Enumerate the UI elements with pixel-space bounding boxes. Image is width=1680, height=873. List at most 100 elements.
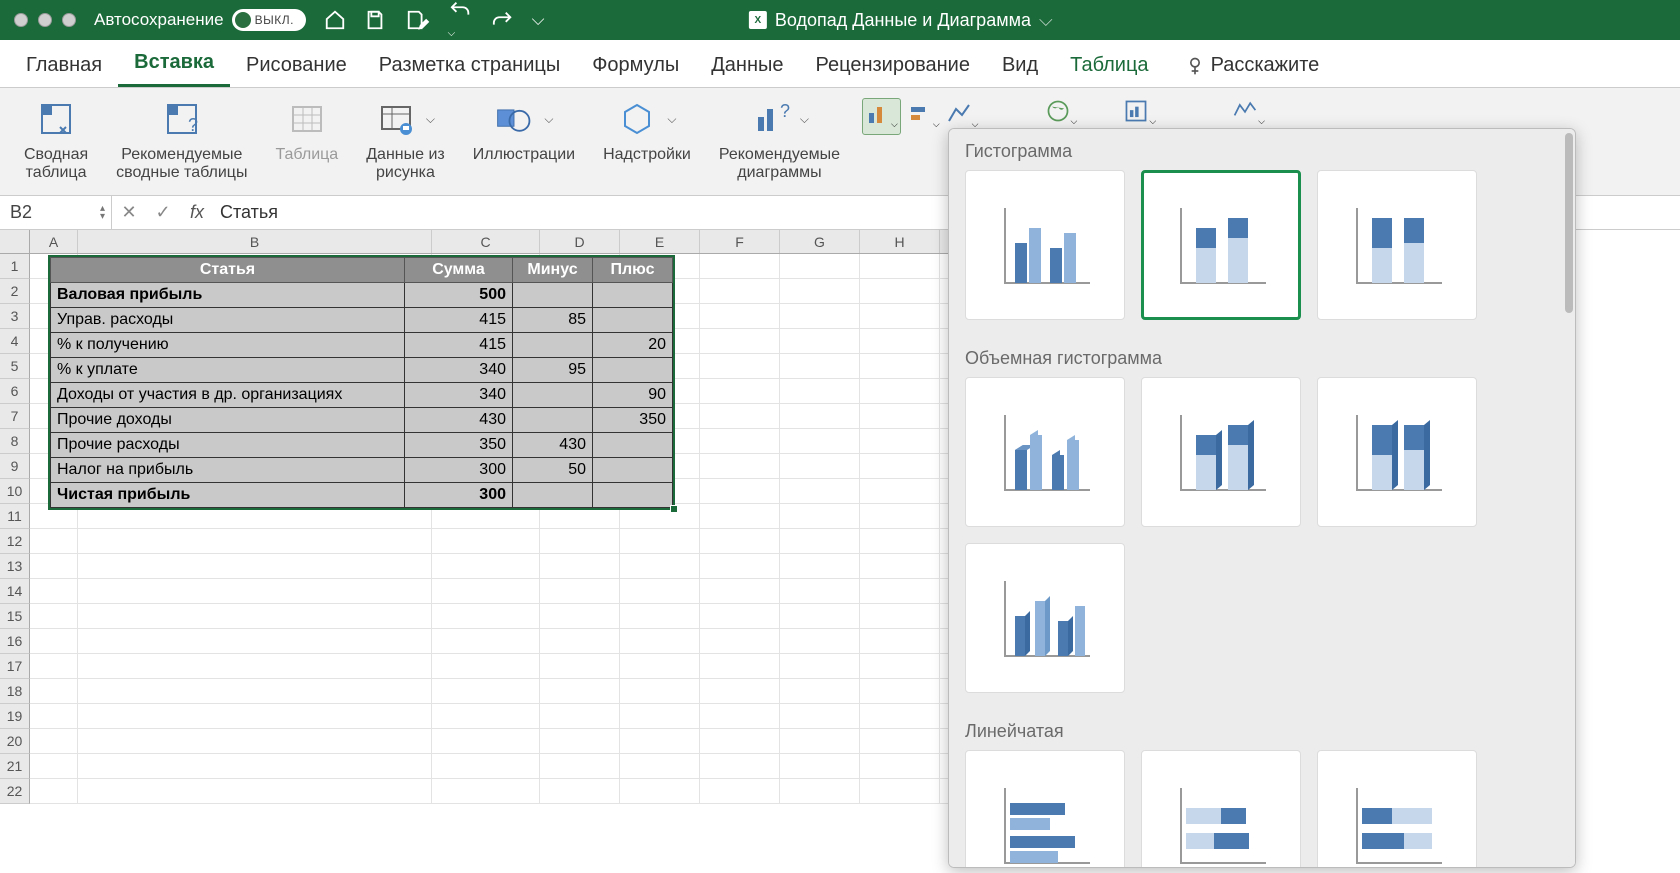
pivot-chart-icon[interactable]: ⌵	[1123, 98, 1156, 129]
fx-label[interactable]: fx	[190, 202, 204, 223]
col-header-E[interactable]: E	[620, 230, 700, 253]
table-cell[interactable]	[593, 283, 673, 308]
row-header-9[interactable]: 9	[0, 454, 30, 479]
row-header-5[interactable]: 5	[0, 354, 30, 379]
row-header-21[interactable]: 21	[0, 754, 30, 779]
table-cell[interactable]: 50	[513, 458, 593, 483]
row-header-15[interactable]: 15	[0, 604, 30, 629]
table-cell[interactable]: Прочие расходы	[51, 433, 405, 458]
table-header[interactable]: Сумма	[405, 258, 513, 283]
select-all-corner[interactable]	[0, 230, 30, 254]
chevron-down-icon[interactable]: ⌵	[1039, 10, 1053, 31]
tell-me-button[interactable]: Расскажите	[1185, 44, 1320, 87]
save-icon[interactable]	[364, 9, 386, 31]
selected-range[interactable]: СтатьяСуммаМинусПлюс Валовая прибыль500Уп…	[48, 255, 675, 510]
table-cell[interactable]	[593, 308, 673, 333]
table-cell[interactable]	[593, 458, 673, 483]
chart-type-100-stacked-column[interactable]	[1317, 170, 1477, 320]
chart-type-clustered-column[interactable]	[965, 170, 1125, 320]
row-header-12[interactable]: 12	[0, 529, 30, 554]
ribbon-tab-5[interactable]: Данные	[695, 44, 799, 87]
table-cell[interactable]: 430	[405, 408, 513, 433]
table-header[interactable]: Плюс	[593, 258, 673, 283]
panel-scrollbar[interactable]	[1565, 133, 1573, 313]
col-header-F[interactable]: F	[700, 230, 780, 253]
table-cell[interactable]: Управ. расходы	[51, 308, 405, 333]
table-cell[interactable]: % к уплате	[51, 358, 405, 383]
table-cell[interactable]: 300	[405, 458, 513, 483]
table-cell[interactable]: 415	[405, 333, 513, 358]
row-header-11[interactable]: 11	[0, 504, 30, 529]
ribbon-tab-3[interactable]: Разметка страницы	[363, 44, 576, 87]
row-header-4[interactable]: 4	[0, 329, 30, 354]
row-header-8[interactable]: 8	[0, 429, 30, 454]
chart-type-clustered-bar[interactable]	[965, 750, 1125, 868]
bar-chart-icon[interactable]: ⌵	[907, 101, 940, 132]
ribbon-tab-1[interactable]: Вставка	[118, 41, 230, 87]
row-header-14[interactable]: 14	[0, 579, 30, 604]
table-cell[interactable]: Чистая прибыль	[51, 483, 405, 508]
row-header-18[interactable]: 18	[0, 679, 30, 704]
pivot-table-button[interactable]: Своднаятаблица	[10, 94, 102, 189]
minimize-window-button[interactable]	[38, 13, 52, 27]
chart-type-stacked-column[interactable]	[1141, 170, 1301, 320]
chart-type-3d-clustered-column[interactable]	[965, 377, 1125, 527]
table-cell[interactable]	[513, 408, 593, 433]
addins-button[interactable]: ⌵ Надстройки	[589, 94, 705, 189]
row-header-16[interactable]: 16	[0, 629, 30, 654]
col-header-D[interactable]: D	[540, 230, 620, 253]
table-cell[interactable]: 95	[513, 358, 593, 383]
ribbon-tab-4[interactable]: Формулы	[576, 44, 695, 87]
row-header-22[interactable]: 22	[0, 779, 30, 804]
recommended-charts-button[interactable]: ?⌵ Рекомендуемыедиаграммы	[705, 94, 854, 189]
illustrations-button[interactable]: ⌵ Иллюстрации	[459, 94, 589, 189]
table-cell[interactable]: 350	[405, 433, 513, 458]
maximize-window-button[interactable]	[62, 13, 76, 27]
ribbon-tab-0[interactable]: Главная	[10, 44, 118, 87]
row-header-19[interactable]: 19	[0, 704, 30, 729]
home-icon[interactable]	[324, 9, 346, 31]
table-cell[interactable]	[513, 483, 593, 508]
table-cell[interactable]: Доходы от участия в др. организациях	[51, 383, 405, 408]
table-cell[interactable]: % к получению	[51, 333, 405, 358]
redo-icon[interactable]	[492, 9, 514, 31]
table-cell[interactable]	[513, 333, 593, 358]
row-header-2[interactable]: 2	[0, 279, 30, 304]
name-box-stepper-icon[interactable]: ▴▾	[100, 205, 105, 221]
sparkline-icon[interactable]: ⌵	[1232, 98, 1265, 129]
table-cell[interactable]: Налог на прибыль	[51, 458, 405, 483]
col-header-C[interactable]: C	[432, 230, 540, 253]
chart-type-3d-stacked-column[interactable]	[1141, 377, 1301, 527]
row-header-6[interactable]: 6	[0, 379, 30, 404]
row-header-7[interactable]: 7	[0, 404, 30, 429]
col-header-H[interactable]: H	[860, 230, 940, 253]
row-header-17[interactable]: 17	[0, 654, 30, 679]
data-from-picture-button[interactable]: ⌵ Данные изрисунка	[352, 94, 459, 189]
table-cell[interactable]: 500	[405, 283, 513, 308]
column-chart-icon[interactable]: ⌵	[862, 98, 901, 135]
recommended-pivot-button[interactable]: ? Рекомендуемыесводные таблицы	[102, 94, 261, 189]
table-cell[interactable]: 300	[405, 483, 513, 508]
table-cell[interactable]: 20	[593, 333, 673, 358]
col-header-G[interactable]: G	[780, 230, 860, 253]
table-cell[interactable]	[593, 483, 673, 508]
ribbon-tab-6[interactable]: Рецензирование	[800, 44, 986, 87]
cancel-formula-icon[interactable]: ✕	[112, 202, 146, 223]
table-cell[interactable]: Прочие доходы	[51, 408, 405, 433]
table-cell[interactable]: Валовая прибыль	[51, 283, 405, 308]
name-box[interactable]: B2 ▴▾	[0, 196, 112, 229]
table-cell[interactable]: 90	[593, 383, 673, 408]
table-cell[interactable]	[513, 283, 593, 308]
ribbon-tab-7[interactable]: Вид	[986, 44, 1054, 87]
autosave-toggle[interactable]: ВЫКЛ.	[232, 9, 306, 31]
table-cell[interactable]: 350	[593, 408, 673, 433]
col-header-A[interactable]: A	[30, 230, 78, 253]
ribbon-tab-8[interactable]: Таблица	[1054, 44, 1164, 87]
table-cell[interactable]	[593, 358, 673, 383]
table-header[interactable]: Минус	[513, 258, 593, 283]
table-header[interactable]: Статья	[51, 258, 405, 283]
table-cell[interactable]	[513, 383, 593, 408]
table-cell[interactable]: 85	[513, 308, 593, 333]
row-header-20[interactable]: 20	[0, 729, 30, 754]
table-cell[interactable]	[593, 433, 673, 458]
